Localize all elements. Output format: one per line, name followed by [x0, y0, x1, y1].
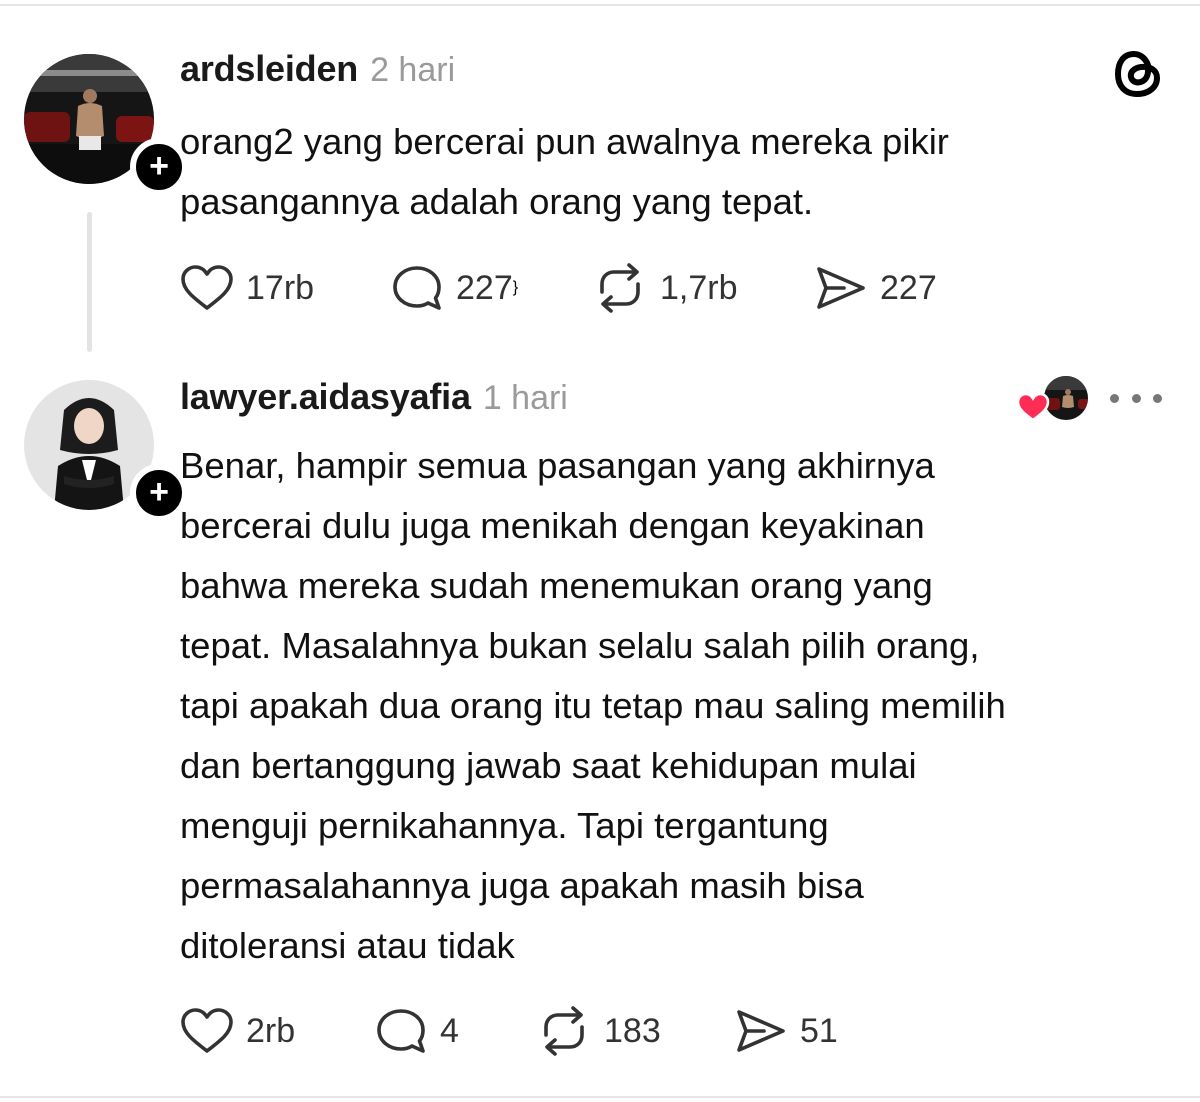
speech-bubble-icon	[377, 1009, 425, 1053]
repost-arrows-icon	[600, 263, 640, 313]
like-button[interactable]: 17rb	[180, 260, 390, 316]
post-lawyer-aidasyafia[interactable]: + lawyer.aidasyafia 1 hari Benar, hampir…	[0, 360, 1200, 1080]
like-count: 17rb	[246, 268, 315, 307]
threads-screenshot: + ardsleiden 2 hari orang2 yang bercerai…	[0, 0, 1200, 1102]
reply-count: 4	[440, 1011, 459, 1050]
reply-button[interactable]: 4	[374, 1003, 536, 1059]
timestamp[interactable]: 2 hari	[370, 51, 455, 90]
more-options-button[interactable]	[1110, 380, 1162, 416]
paper-plane-icon	[817, 267, 865, 309]
post-ardsleiden[interactable]: + ardsleiden 2 hari orang2 yang bercerai…	[0, 0, 1200, 360]
post-text-line: tepat. Masalahnya bukan selalu salah pil…	[180, 625, 980, 666]
post-header: ardsleiden 2 hari	[180, 48, 455, 90]
post-text-line: permasalahannya juga apakah masih bisa	[180, 865, 864, 906]
action-bar: 2rb 4 183 51	[180, 1003, 838, 1059]
post-text-line: ditoleransi atau tidak	[180, 925, 515, 966]
reply-button[interactable]: 227 }	[390, 260, 592, 316]
post-text: Benar, hampir semua pasangan yang akhirn…	[180, 436, 1180, 976]
liked-heart-icon	[1016, 392, 1050, 422]
repost-count: 1,7rb	[660, 268, 738, 307]
share-button[interactable]: 227	[814, 260, 937, 316]
plus-icon: +	[149, 472, 169, 511]
avatar-container[interactable]: +	[24, 54, 188, 196]
post-text: orang2 yang bercerai pun awalnya mereka …	[180, 112, 1180, 232]
post-text-line: pasangannya adalah orang yang tepat.	[180, 181, 814, 222]
repost-arrows-icon	[544, 1006, 584, 1056]
repost-count: 183	[604, 1011, 661, 1050]
post-text-line: Benar, hampir semua pasangan yang akhirn…	[180, 445, 935, 486]
share-count: 51	[800, 1011, 838, 1050]
thread-connector-line	[87, 212, 92, 352]
repost-button[interactable]: 1,7rb	[592, 260, 814, 316]
heart-icon	[181, 265, 233, 310]
heart-icon	[181, 1008, 233, 1053]
bottom-divider	[0, 1096, 1200, 1098]
threads-logo-icon	[1114, 50, 1161, 98]
plus-icon: +	[149, 146, 169, 185]
post-text-line: dan bertanggung jawab saat kehidupan mul…	[180, 745, 917, 786]
post-text-line: menguji pernikahannya. Tapi tergantung	[180, 805, 829, 846]
liked-by-author-indicator[interactable]	[1016, 372, 1092, 428]
reply-count: 227	[456, 268, 513, 307]
ellipsis-icon	[1153, 393, 1162, 403]
ellipsis-icon	[1131, 393, 1141, 403]
post-text-line: orang2 yang bercerai pun awalnya mereka …	[180, 121, 949, 162]
post-text-line: tapi apakah dua orang itu tetap mau sali…	[180, 685, 1006, 726]
avatar-container[interactable]: +	[24, 380, 188, 522]
username[interactable]: lawyer.aidasyafia	[180, 376, 471, 418]
post-text-line: bercerai dulu juga menikah dengan keyaki…	[180, 505, 925, 546]
paper-plane-icon	[737, 1010, 785, 1052]
share-count: 227	[880, 268, 937, 307]
share-button[interactable]: 51	[734, 1003, 838, 1059]
speech-bubble-icon	[393, 266, 441, 310]
repost-button[interactable]: 183	[536, 1003, 734, 1059]
ellipsis-icon	[1110, 393, 1119, 403]
action-bar: 17rb 227 } 1,7rb 227	[180, 260, 937, 316]
post-text-line: bahwa mereka sudah menemukan orang yang	[180, 565, 933, 606]
like-button[interactable]: 2rb	[180, 1003, 374, 1059]
like-count: 2rb	[246, 1011, 296, 1050]
post-header: lawyer.aidasyafia 1 hari	[180, 376, 568, 418]
timestamp[interactable]: 1 hari	[483, 379, 568, 418]
username[interactable]: ardsleiden	[180, 48, 358, 90]
